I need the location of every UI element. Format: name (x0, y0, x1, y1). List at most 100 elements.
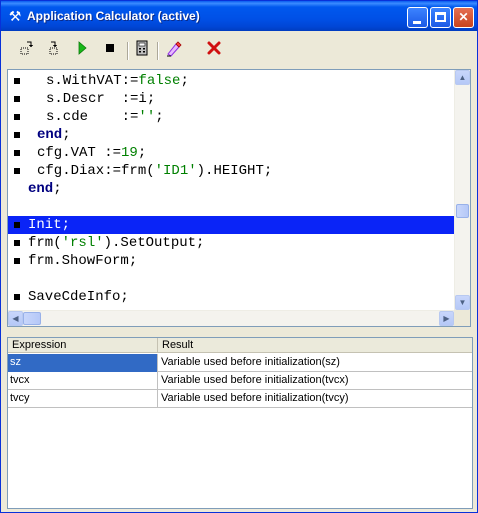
code-line[interactable]: frm('rsl').SetOutput; (8, 234, 455, 252)
code-token: '' (138, 109, 156, 125)
watch-row[interactable]: tvcx Variable used before initialization(… (8, 372, 472, 390)
watch-expression-cell[interactable]: sz (8, 354, 158, 372)
watch-row[interactable]: tvcy Variable used before initialization(… (8, 390, 472, 408)
code-token: cfg.Diax:=frm( (37, 163, 155, 179)
hammer-wrench-icon: ⚒ (8, 8, 22, 24)
calculator-button[interactable] (131, 40, 153, 62)
column-header-expression[interactable]: Expression (8, 338, 158, 353)
clear-watch-button[interactable] (163, 40, 185, 62)
breakpoint-marker[interactable] (14, 150, 20, 156)
scroll-left-button[interactable]: ◀ (8, 311, 23, 326)
title-bar[interactable]: ⚒ Application Calculator (active) ✕ (1, 1, 477, 31)
minimize-icon (413, 21, 421, 24)
vertical-scroll-thumb[interactable] (456, 204, 469, 218)
code-text: s.cde :=''; (46, 108, 164, 126)
code-line[interactable]: frm.ShowForm; (8, 252, 455, 270)
breakpoint-marker[interactable] (14, 294, 20, 300)
code-line[interactable]: s.cde :=''; (8, 108, 455, 126)
watch-expression-cell[interactable]: tvcx (8, 372, 158, 390)
maximize-button[interactable] (430, 7, 451, 28)
code-text: s.WithVAT:=false; (46, 72, 189, 90)
code-line[interactable]: end; (8, 180, 455, 198)
code-token: ; (53, 181, 62, 197)
watch-result-cell: Variable used before initialization(sz) (161, 356, 340, 368)
stop-button[interactable] (99, 40, 121, 62)
close-button[interactable]: ✕ (453, 7, 474, 28)
breakpoint-marker[interactable] (14, 222, 20, 228)
code-token: SaveCdeInfo; (28, 289, 129, 305)
window-title: Application Calculator (active) (27, 9, 200, 23)
breakpoint-marker[interactable] (14, 78, 20, 84)
step-over-icon (49, 41, 58, 55)
code-line[interactable]: cfg.Diax:=frm('ID1').HEIGHT; (8, 162, 455, 180)
breakpoint-marker[interactable] (14, 240, 20, 246)
code-token: ; (155, 109, 164, 125)
code-token: 'ID1' (154, 163, 197, 179)
code-line[interactable]: SaveCdeInfo; (8, 288, 455, 306)
breakpoint-marker[interactable] (14, 258, 20, 264)
vertical-scrollbar[interactable]: ▲ ▼ (454, 70, 470, 310)
code-token: s.WithVAT:= (46, 73, 139, 89)
step-into-icon (20, 41, 34, 55)
step-over-button[interactable] (43, 40, 65, 62)
watch-expression-cell[interactable]: tvcy (8, 390, 158, 408)
run-button[interactable] (71, 40, 93, 62)
scroll-up-button[interactable]: ▲ (455, 70, 470, 85)
code-token: ).SetOutput; (103, 235, 205, 251)
breakpoint-marker[interactable] (14, 96, 20, 102)
horizontal-scrollbar[interactable]: ◀ ▶ (8, 310, 455, 326)
watch-row[interactable]: sz Variable used before initialization(sz… (8, 354, 472, 372)
code-token: ; (62, 127, 71, 143)
code-token: ; (180, 73, 189, 89)
code-token: s.cde := (46, 109, 139, 125)
scrollbar-corner (454, 310, 470, 326)
breakpoint-marker[interactable] (14, 132, 20, 138)
code-text: end; (28, 180, 62, 198)
step-into-button[interactable] (15, 40, 37, 62)
code-token: 'rsl' (61, 235, 104, 251)
application-calculator-window: ⚒ Application Calculator (active) ✕ s.Wi… (0, 0, 478, 513)
code-token: cfg.VAT := (37, 145, 122, 161)
code-text: cfg.VAT :=19; (37, 144, 146, 162)
watch-result-cell: Variable used before initialization(tvcy… (161, 392, 349, 404)
calculator-icon (136, 40, 148, 56)
code-text: frm('rsl').SetOutput; (28, 234, 204, 252)
code-line[interactable]: s.Descr :=i; (8, 90, 455, 108)
scroll-right-button[interactable]: ▶ (439, 311, 454, 326)
code-token: 19 (121, 145, 138, 161)
code-editor[interactable]: s.WithVAT:=false; s.Descr :=i; s.cde :='';… (7, 69, 471, 327)
code-text: Init; (28, 216, 70, 234)
code-token: s.Descr :=i; (46, 91, 156, 107)
watch-result-cell: Variable used before initialization(tvcx… (161, 374, 349, 386)
pane-splitter[interactable] (5, 329, 473, 335)
delete-button[interactable] (203, 40, 225, 62)
code-token: frm.ShowForm; (28, 253, 138, 269)
breakpoint-marker[interactable] (14, 114, 20, 120)
stop-icon (106, 44, 114, 52)
column-header-result[interactable]: Result (158, 338, 472, 353)
code-token: false (138, 73, 181, 89)
scroll-down-button[interactable]: ▼ (455, 295, 470, 310)
maximize-icon (435, 12, 446, 22)
minimize-button[interactable] (407, 7, 428, 28)
code-line[interactable]: cfg.VAT :=19; (8, 144, 455, 162)
close-red-x-icon (207, 41, 221, 55)
breakpoint-marker[interactable] (14, 168, 20, 174)
code-line[interactable]: s.WithVAT:=false; (8, 72, 455, 90)
code-token: Init; (28, 217, 71, 233)
toolbar-separator (127, 42, 129, 60)
code-token: frm( (28, 235, 62, 251)
code-line[interactable]: end; (8, 126, 455, 144)
code-line-current[interactable]: Init; (8, 216, 455, 234)
code-token: ; (137, 145, 147, 161)
code-token: end (28, 181, 54, 197)
run-icon (78, 41, 87, 55)
eraser-pencil-icon (167, 41, 182, 57)
code-line[interactable] (8, 198, 455, 216)
code-lines: s.WithVAT:=false; s.Descr :=i; s.cde :='';… (8, 72, 455, 306)
horizontal-scroll-thumb[interactable] (23, 312, 41, 325)
code-text: SaveCdeInfo; (28, 288, 129, 306)
grid-header: Expression Result (8, 338, 472, 353)
watch-grid[interactable]: Expression Result sz Variable used before… (7, 337, 473, 509)
code-line[interactable] (8, 270, 455, 288)
